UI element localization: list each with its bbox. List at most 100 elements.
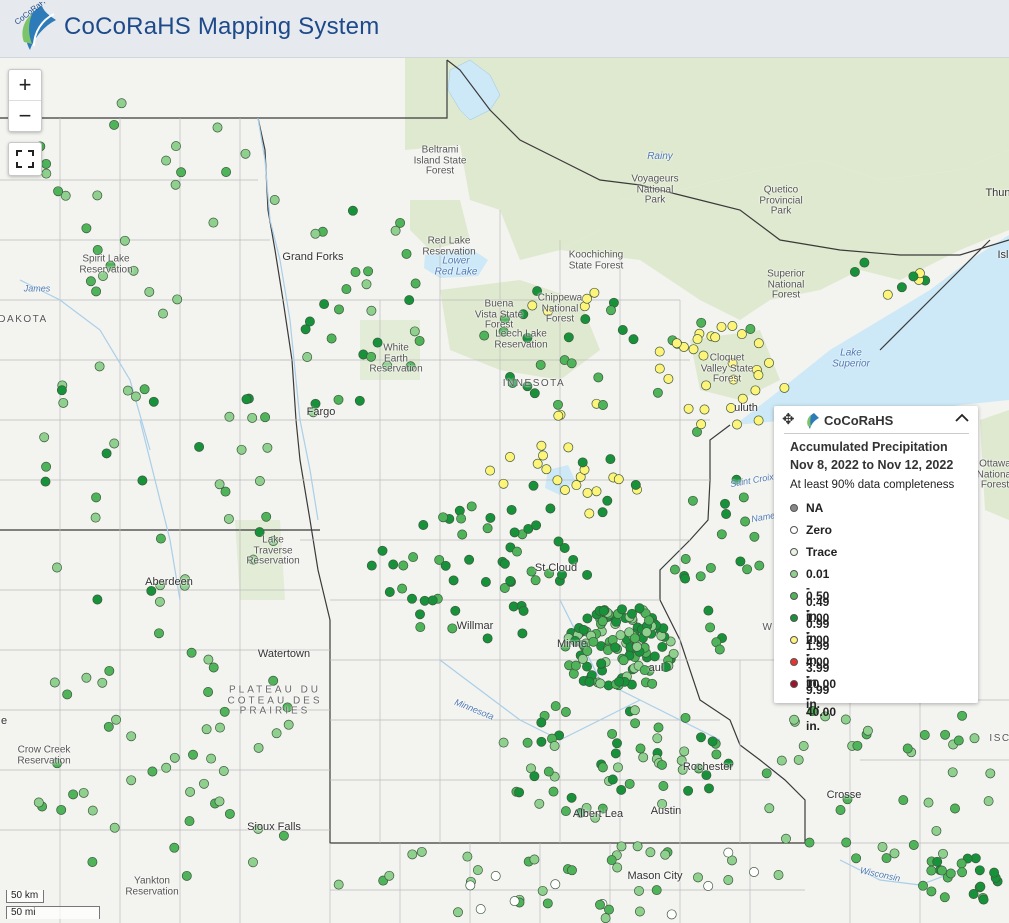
- station-marker[interactable]: [598, 400, 608, 410]
- station-marker[interactable]: [49, 677, 60, 688]
- station-marker[interactable]: [40, 476, 51, 487]
- station-marker[interactable]: [902, 743, 913, 754]
- station-marker[interactable]: [598, 606, 609, 616]
- station-marker[interactable]: [427, 595, 438, 606]
- station-marker[interactable]: [253, 742, 264, 753]
- station-marker[interactable]: [401, 248, 412, 259]
- station-marker[interactable]: [612, 738, 622, 749]
- station-marker[interactable]: [407, 849, 418, 860]
- station-marker[interactable]: [703, 881, 714, 891]
- station-marker[interactable]: [727, 321, 738, 331]
- station-marker[interactable]: [223, 513, 234, 524]
- station-marker[interactable]: [671, 338, 682, 349]
- station-marker[interactable]: [668, 648, 679, 659]
- station-marker[interactable]: [577, 654, 588, 664]
- station-marker[interactable]: [532, 458, 543, 469]
- station-marker[interactable]: [448, 575, 459, 586]
- station-marker[interactable]: [415, 609, 425, 620]
- station-marker[interactable]: [596, 658, 607, 669]
- station-marker[interactable]: [591, 486, 602, 497]
- station-marker[interactable]: [101, 448, 112, 459]
- station-marker[interactable]: [58, 397, 69, 408]
- station-marker[interactable]: [509, 896, 520, 907]
- station-marker[interactable]: [705, 622, 716, 633]
- station-marker[interactable]: [595, 899, 605, 910]
- station-marker[interactable]: [605, 454, 616, 465]
- station-marker[interactable]: [953, 735, 964, 746]
- station-marker[interactable]: [938, 848, 948, 859]
- station-marker[interactable]: [629, 633, 640, 644]
- zoom-in-button[interactable]: +: [9, 70, 41, 100]
- station-marker[interactable]: [840, 714, 851, 725]
- station-marker[interactable]: [624, 778, 635, 789]
- station-marker[interactable]: [147, 766, 158, 777]
- station-marker[interactable]: [194, 441, 205, 452]
- station-marker[interactable]: [610, 748, 621, 759]
- zoom-out-button[interactable]: −: [9, 100, 41, 131]
- station-marker[interactable]: [479, 330, 490, 341]
- station-marker[interactable]: [616, 841, 627, 852]
- station-marker[interactable]: [347, 205, 358, 216]
- station-marker[interactable]: [749, 531, 760, 542]
- station-marker[interactable]: [388, 559, 399, 570]
- station-marker[interactable]: [224, 411, 235, 422]
- station-marker[interactable]: [126, 775, 137, 786]
- station-marker[interactable]: [616, 784, 627, 795]
- station-marker[interactable]: [898, 795, 909, 806]
- station-marker[interactable]: [607, 728, 618, 739]
- station-marker[interactable]: [302, 352, 313, 362]
- station-marker[interactable]: [208, 217, 219, 228]
- station-marker[interactable]: [236, 444, 247, 455]
- station-marker[interactable]: [926, 865, 937, 876]
- station-marker[interactable]: [606, 855, 617, 866]
- station-marker[interactable]: [397, 583, 408, 594]
- station-marker[interactable]: [462, 851, 473, 862]
- cocorahs-logo-icon[interactable]: CoCoRaHS: [10, 2, 64, 54]
- station-marker[interactable]: [509, 527, 520, 538]
- station-marker[interactable]: [212, 122, 223, 133]
- station-marker[interactable]: [472, 865, 483, 876]
- station-marker[interactable]: [881, 853, 892, 864]
- station-marker[interactable]: [736, 329, 747, 340]
- station-marker[interactable]: [919, 730, 930, 740]
- station-marker[interactable]: [440, 560, 451, 571]
- station-marker[interactable]: [723, 875, 734, 885]
- station-marker[interactable]: [617, 604, 627, 615]
- station-marker[interactable]: [560, 485, 570, 495]
- station-marker[interactable]: [485, 512, 496, 523]
- station-marker[interactable]: [753, 338, 764, 349]
- station-marker[interactable]: [974, 865, 985, 876]
- station-marker[interactable]: [753, 415, 764, 426]
- station-marker[interactable]: [512, 546, 522, 557]
- station-marker[interactable]: [628, 334, 639, 345]
- station-marker[interactable]: [499, 558, 510, 569]
- station-marker[interactable]: [304, 316, 315, 327]
- station-marker[interactable]: [208, 662, 219, 673]
- station-marker[interactable]: [326, 333, 337, 344]
- station-marker[interactable]: [41, 158, 52, 169]
- station-marker[interactable]: [170, 179, 181, 190]
- station-marker[interactable]: [529, 771, 540, 782]
- station-marker[interactable]: [109, 119, 120, 130]
- station-marker[interactable]: [705, 562, 716, 573]
- station-marker[interactable]: [692, 334, 703, 345]
- station-marker[interactable]: [39, 432, 50, 443]
- station-marker[interactable]: [578, 624, 589, 635]
- station-marker[interactable]: [862, 725, 873, 736]
- station-marker[interactable]: [989, 867, 1000, 878]
- station-marker[interactable]: [361, 279, 372, 290]
- station-marker[interactable]: [652, 387, 663, 398]
- station-marker[interactable]: [610, 642, 621, 653]
- station-marker[interactable]: [896, 282, 907, 293]
- station-marker[interactable]: [645, 847, 656, 858]
- station-marker[interactable]: [535, 359, 546, 370]
- station-marker[interactable]: [56, 385, 67, 396]
- station-marker[interactable]: [553, 410, 564, 421]
- station-marker[interactable]: [485, 465, 496, 476]
- station-marker[interactable]: [254, 476, 265, 486]
- station-marker[interactable]: [937, 865, 947, 876]
- station-marker[interactable]: [614, 676, 625, 687]
- station-marker[interactable]: [607, 774, 618, 785]
- station-marker[interactable]: [130, 391, 141, 402]
- station-marker[interactable]: [215, 722, 225, 733]
